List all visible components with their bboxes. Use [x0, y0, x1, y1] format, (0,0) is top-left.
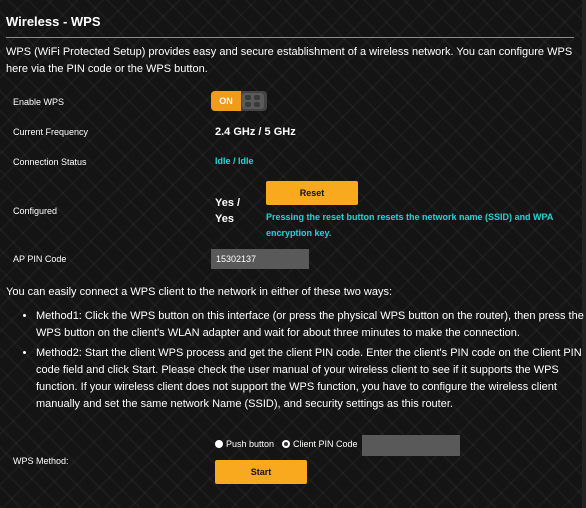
title-divider — [6, 37, 574, 38]
instructions-intro: You can easily connect a WPS client to t… — [6, 286, 393, 298]
wps-method-label: WPS Method: — [13, 456, 69, 466]
method1-item: Method1: Click the WPS button on this in… — [36, 308, 586, 342]
start-button[interactable]: Start — [215, 460, 307, 484]
current-frequency-label: Current Frequency — [13, 127, 89, 137]
client-pin-code-field[interactable] — [362, 435, 460, 456]
client-pin-radio[interactable] — [282, 440, 290, 448]
instructions-list: Method1: Click the WPS button on this in… — [26, 308, 586, 416]
method2-item: Method2: Start the client WPS process an… — [36, 345, 586, 413]
page-title: Wireless - WPS — [6, 14, 101, 29]
configured-label: Configured — [13, 206, 58, 216]
current-frequency-value: 2.4 GHz / 5 GHz — [215, 126, 296, 138]
toggle-on-label: ON — [211, 91, 241, 111]
client-pin-option[interactable]: Client PIN Code — [282, 439, 358, 449]
ap-pin-code-field[interactable] — [211, 249, 309, 269]
wps-settings-panel: Wireless - WPS WPS (WiFi Protected Setup… — [0, 0, 586, 508]
configured-value-line1: Yes / — [215, 197, 241, 209]
reset-note: Pressing the reset button resets the net… — [266, 212, 554, 238]
connection-status-value: Idle / Idle — [215, 156, 254, 166]
push-button-radio[interactable] — [215, 440, 223, 448]
configured-value-line2: Yes — [215, 213, 234, 225]
page-description: WPS (WiFi Protected Setup) provides easy… — [6, 46, 573, 75]
enable-wps-toggle[interactable]: ON — [211, 91, 267, 111]
reset-button[interactable]: Reset — [266, 181, 358, 205]
ap-pin-code-label: AP PIN Code — [13, 254, 67, 264]
enable-wps-label: Enable WPS — [13, 97, 65, 107]
push-button-option[interactable]: Push button — [215, 439, 274, 449]
toggle-knob — [242, 93, 264, 109]
connection-status-label: Connection Status — [13, 157, 87, 167]
